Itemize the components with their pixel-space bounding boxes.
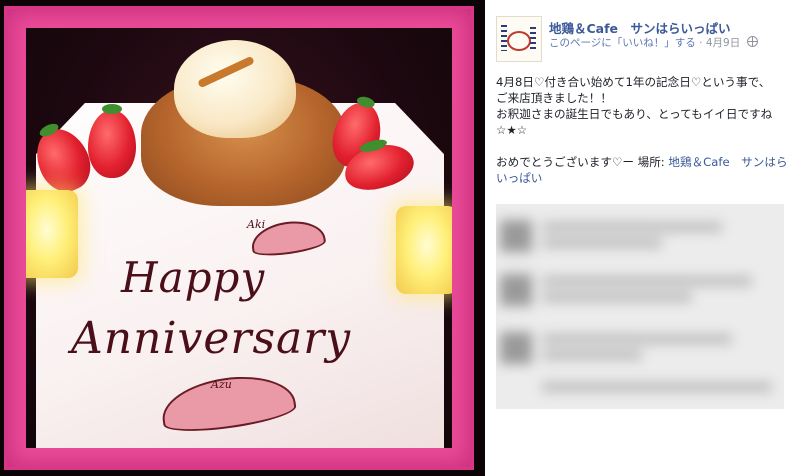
- post-text-line: 4月8日♡付き合い始めて1年の記念日♡という事で、: [496, 75, 771, 89]
- photo-pink-frame: Aki Happy Anniversary Azu: [4, 6, 474, 470]
- page-avatar[interactable]: [496, 16, 542, 62]
- left-candle: [26, 190, 78, 278]
- initial-top: Aki: [247, 218, 266, 231]
- blurred-comment: [496, 212, 784, 260]
- avatar: [500, 274, 532, 306]
- blurred-comment: [496, 372, 784, 409]
- anniversary-script: Anniversary: [71, 313, 352, 364]
- logo-mark-left: [501, 25, 507, 51]
- post-text-line: ☆★☆: [496, 123, 528, 137]
- globe-icon: [746, 36, 758, 47]
- initial-bottom: Azu: [211, 378, 232, 391]
- blurred-comments-area: [496, 204, 784, 409]
- strawberry: [88, 104, 136, 178]
- post-text: 4月8日♡付き合い始めて1年の記念日♡という事で、 ご来店頂きました！！ お釈迦…: [496, 74, 792, 138]
- post-footer: おめでとうございます♡ー 場所: 地鶏＆Cafe サンはらいっぱい: [496, 154, 788, 186]
- post-text-line: ご来店頂きました！！: [496, 91, 612, 105]
- post-date-link[interactable]: 4月9日: [706, 37, 740, 49]
- meta-separator: ·: [699, 37, 703, 49]
- avatar: [500, 332, 532, 364]
- blurred-comment: [496, 266, 784, 314]
- post-text-line: お釈迦さまの誕生日でもあり、とってもイイ日ですね: [496, 107, 773, 121]
- avatar: [500, 220, 532, 252]
- ice-cream-scoop: [174, 40, 296, 138]
- facebook-post: 地鶏＆Cafe サンはらいっぱい このページに「いいね！」する · 4月9日 4…: [496, 0, 796, 476]
- like-page-link[interactable]: このページに「いいね！」する: [549, 37, 696, 49]
- photo-image: Aki Happy Anniversary Azu: [26, 28, 452, 448]
- post-footer-text: おめでとうございます♡ー 場所:: [496, 155, 669, 169]
- post-photo[interactable]: Aki Happy Anniversary Azu: [0, 0, 485, 476]
- right-candle: [396, 206, 452, 294]
- logo-mark-right: [530, 27, 536, 49]
- blurred-comment: [496, 324, 784, 372]
- happy-script: Happy: [121, 253, 266, 302]
- post-meta: このページに「いいね！」する · 4月9日: [549, 35, 758, 50]
- logo-chicken-icon: [507, 31, 531, 51]
